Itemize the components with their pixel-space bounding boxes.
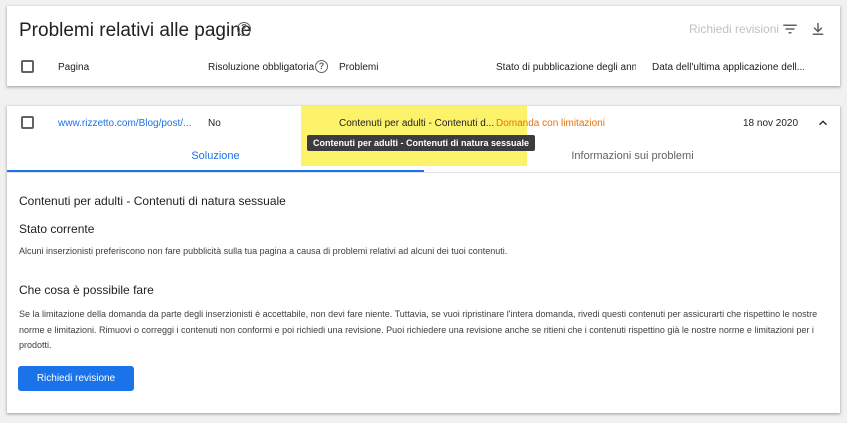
help-icon[interactable]: ?	[237, 22, 251, 36]
what-to-do-text: Se la limitazione della domanda da parte…	[19, 309, 818, 350]
resolution-value: No	[208, 118, 221, 129]
column-header-publication-state[interactable]: Stato di pubblicazione degli ann...	[496, 62, 636, 73]
problem-tooltip: Contenuti per adulti - Contenuti di natu…	[307, 135, 536, 151]
select-all-checkbox[interactable]	[21, 60, 34, 73]
column-header-last-applied[interactable]: Data dell'ultima applicazione dell...	[652, 62, 804, 73]
current-state-text: Alcuni inserzionisti preferiscono non fa…	[19, 246, 508, 256]
filter-icon[interactable]	[781, 20, 799, 38]
page-title: Problemi relativi alle pagine	[19, 20, 252, 41]
tab-problem-info[interactable]: Informazioni sui problemi	[424, 150, 841, 162]
column-header-resolution[interactable]: Risoluzione obbligatoria	[208, 62, 314, 73]
column-header-problems[interactable]: Problemi	[339, 62, 378, 73]
what-to-do-heading: Che cosa è possibile fare	[19, 283, 154, 297]
download-icon[interactable]	[809, 20, 827, 38]
request-reviews-button[interactable]: Richiedi revisioni	[689, 22, 779, 36]
page-issues-header-card: Problemi relativi alle pagine ? Richiedi…	[7, 6, 840, 86]
last-applied-date: 18 nov 2020	[743, 118, 799, 129]
issue-detail-card: www.rizzetto.com/Blog/post/... No Conten…	[7, 106, 840, 413]
page-url-link[interactable]: www.rizzetto.com/Blog/post/...	[58, 118, 200, 129]
row-checkbox[interactable]	[21, 116, 34, 129]
publication-state-value: Domanda con limitazioni	[496, 118, 605, 129]
column-header-page[interactable]: Pagina	[58, 62, 89, 73]
section-title: Contenuti per adulti - Contenuti di natu…	[19, 194, 286, 208]
tab-solution[interactable]: Soluzione	[7, 150, 424, 162]
chevron-up-icon[interactable]	[815, 116, 831, 130]
divider	[7, 172, 840, 173]
problem-value[interactable]: Contenuti per adulti - Contenuti d...	[339, 118, 494, 129]
help-icon[interactable]: ?	[315, 60, 328, 73]
current-state-heading: Stato corrente	[19, 222, 95, 236]
request-review-button[interactable]: Richiedi revisione	[18, 366, 134, 391]
